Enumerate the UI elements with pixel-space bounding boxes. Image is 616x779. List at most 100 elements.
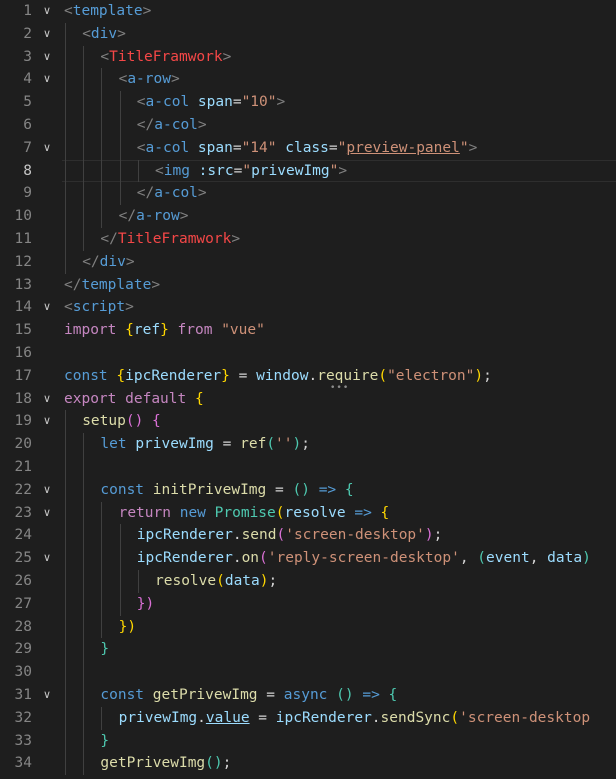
fold-chevron-icon[interactable]: ∨ [40,479,54,502]
fold-chevron-icon[interactable]: ∨ [40,296,54,319]
code-line[interactable]: 15 import {ref} from "vue" [0,319,616,342]
code-token: Promise [214,504,276,521]
code-line[interactable]: 17 const {ipcRenderer} = window.require("… [0,365,616,393]
line-number: 13 [14,276,32,293]
code-line[interactable]: 18 ∨ export default { [0,388,616,411]
code-line[interactable]: 8 <img :src="privewImg"> [0,159,616,183]
code-line[interactable]: 3 ∨ <TitleFramwork> [0,45,616,69]
code-token: a-col [154,185,198,202]
code-line[interactable]: 19 ∨ setup() { [0,410,616,434]
code-line[interactable]: 23 ∨ return new Promise(resolve => { [0,501,616,525]
code-token: = [266,481,293,498]
code-token: . [308,367,318,384]
code-line[interactable]: 7 ∨ <a-col span="14" class="preview-panel"… [0,136,616,160]
code-line[interactable]: 25 ∨ ipcRenderer.on('reply-screen-desktop'… [0,547,616,570]
code-token: > [125,253,135,270]
code-line[interactable]: 14 ∨ <script> [0,296,616,319]
code-line[interactable]: 31 ∨ const getPrivewImg = async () => { [0,683,616,707]
code-token: return [118,504,171,521]
code-line[interactable]: 9 </a-col> [0,182,616,206]
code-line[interactable]: 26 resolve(data); [0,569,616,593]
fold-chevron-icon[interactable]: ∨ [40,388,54,411]
code-token: div [99,253,126,270]
code-line[interactable]: 33} [0,729,616,753]
indent-guide [65,68,66,92]
code-line[interactable]: 27}) [0,592,616,616]
indent-guide [83,569,85,593]
indent-guide [65,182,66,206]
code-line[interactable]: 32 privewImg.value = ipcRenderer.sendSync… [0,706,616,730]
code-line[interactable]: 29} [0,638,616,662]
code-text: <a-col span="10"> [137,91,285,114]
code-line[interactable]: 2 ∨ <div> [0,22,616,46]
code-line[interactable]: 30 [0,661,616,684]
line-number: 18 [14,390,32,407]
code-line[interactable]: 4 ∨ <a-row> [0,68,616,92]
code-token: span [197,139,233,156]
fold-chevron-icon[interactable]: ∨ [40,410,54,433]
fold-chevron-icon[interactable]: ∨ [40,23,54,46]
code-token: on [241,550,260,567]
fold-chevron-icon[interactable]: ∨ [40,68,54,91]
code-line[interactable]: 10 </a-row> [0,205,616,228]
code-text: const getPrivewImg = async () => { [100,684,397,707]
indent-guide [119,91,121,114]
code-token: ref [240,436,267,453]
line-number: 7 [23,139,32,156]
indent-guide [119,113,121,137]
fold-chevron-icon[interactable]: ∨ [40,46,54,69]
code-token: ; [301,436,310,453]
code-token: </ [100,230,118,247]
fold-chevron-icon[interactable]: ∨ [40,547,54,570]
line-number: 20 [14,436,32,453]
code-token: = [229,367,257,384]
code-text: </div> [82,251,134,274]
indent-guide [83,683,85,707]
code-line[interactable]: 11 </TitleFramwork> [0,227,616,251]
code-line[interactable]: 12 </div> [0,250,616,274]
indent-guide [137,159,139,183]
code-token: . [197,709,206,726]
fold-chevron-icon[interactable]: ∨ [40,137,54,160]
code-line[interactable]: 5 <a-col span="10"> [0,91,616,114]
code-line[interactable]: 16 [0,342,616,365]
code-line[interactable]: 28}) [0,615,616,639]
code-line[interactable]: 6 </a-col> [0,113,616,137]
code-line[interactable]: 22 ∨ const initPrivewImg = () => { [0,478,616,502]
code-editor[interactable]: 1 ∨ <template> 2 ∨ <div> 3 ∨ <TitleFramwork> 4 ∨ <a… [0,0,616,779]
code-token: 'screen-desktop [459,709,591,726]
code-token: a-col [145,139,190,156]
line-number: 24 [14,527,32,544]
indent-guide [65,729,66,753]
code-text: ipcRenderer.on('reply-screen-desktop', (… [137,547,591,570]
indent-guide [119,592,121,616]
fold-chevron-icon[interactable]: ∨ [40,684,54,707]
indent-guide [119,182,121,206]
indent-guide [83,706,85,730]
indent-guide [65,205,66,228]
indent-guide [83,592,85,616]
code-token: class [285,139,329,156]
code-token: < [82,25,91,42]
indent-guide [65,22,66,46]
indent-guide [83,433,85,456]
code-line[interactable]: 34 getPrivewImg(); [0,752,616,776]
fold-chevron-icon[interactable]: ∨ [40,502,54,525]
code-line[interactable]: 1 ∨ <template> [0,0,616,23]
indent-guide [65,250,66,274]
code-token: send [241,527,277,544]
indent-guide [83,478,85,502]
code-line[interactable]: 24 ipcRenderer.send('screen-desktop'); [0,524,616,548]
indent-guide [65,683,66,707]
line-number: 11 [14,230,32,247]
code-line[interactable]: 20 let privewImg = ref(''); [0,433,616,456]
code-token: > [231,230,241,247]
code-line[interactable]: 13 </template> [0,274,616,297]
code-token: > [170,71,180,88]
code-line[interactable]: 21 [0,455,616,479]
code-token: export [64,390,117,407]
indent-guide [83,638,85,662]
fold-chevron-icon[interactable]: ∨ [40,0,54,23]
